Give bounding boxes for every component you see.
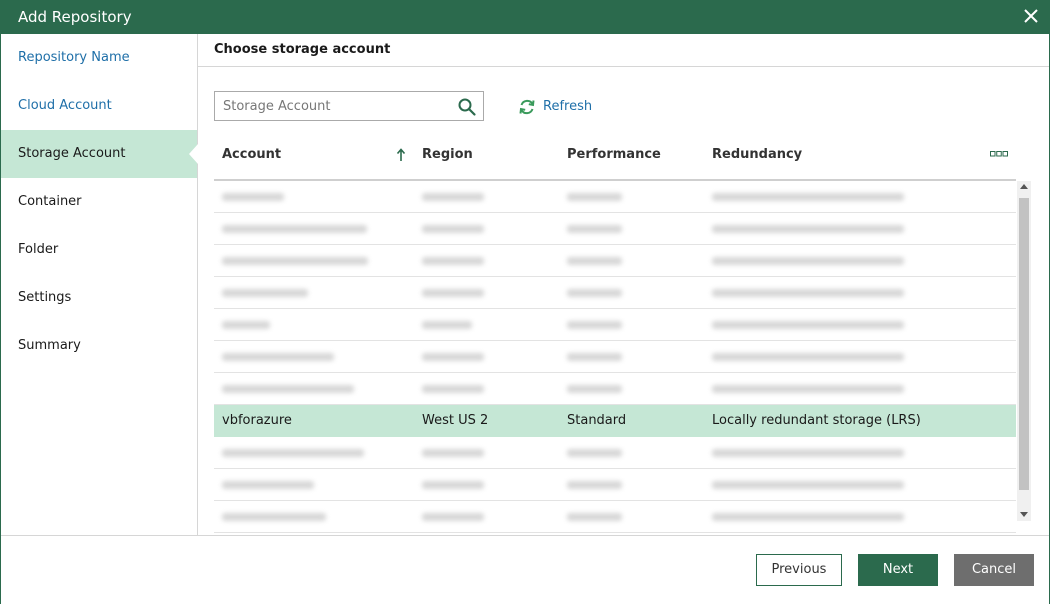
redacted-text <box>222 257 368 265</box>
redacted-text <box>567 257 622 265</box>
redacted-text <box>422 193 484 201</box>
redacted-text <box>567 481 622 489</box>
dialog-footer: Previous Next Cancel <box>1 535 1049 604</box>
redacted-text <box>712 353 904 361</box>
table-scrollbar[interactable] <box>1017 181 1031 521</box>
column-header-account[interactable]: Account <box>222 147 281 162</box>
redacted-text <box>422 353 484 361</box>
redacted-text <box>222 193 284 201</box>
column-header-performance[interactable]: Performance <box>567 147 661 162</box>
column-header-redundancy[interactable]: Redundancy <box>712 147 802 162</box>
redacted-text <box>222 481 314 489</box>
redacted-text <box>567 385 622 393</box>
cell-account: vbforazure <box>222 413 292 428</box>
search-box <box>214 91 484 121</box>
redacted-text <box>712 321 904 329</box>
cell-region: West US 2 <box>422 413 489 428</box>
redacted-text <box>567 193 622 201</box>
redacted-text <box>567 513 622 521</box>
redacted-text <box>422 289 484 297</box>
wizard-steps-sidebar: Repository Name Cloud Account Storage Ac… <box>1 34 198 535</box>
previous-button[interactable]: Previous <box>756 554 842 586</box>
scroll-up-icon[interactable] <box>1020 184 1028 189</box>
redacted-text <box>712 513 904 521</box>
redacted-text <box>567 449 622 457</box>
redacted-text <box>422 321 472 329</box>
cell-performance: Standard <box>567 413 627 428</box>
table-row[interactable] <box>214 341 1016 373</box>
redacted-text <box>422 481 484 489</box>
next-button[interactable]: Next <box>858 554 938 586</box>
cell-redundancy: Locally redundant storage (LRS) <box>712 413 921 428</box>
step-heading: Choose storage account <box>214 42 391 57</box>
table-row[interactable] <box>214 437 1016 469</box>
step-cloud-account[interactable]: Cloud Account <box>1 82 197 130</box>
step-summary: Summary <box>18 338 81 353</box>
redacted-text <box>422 257 484 265</box>
refresh-icon <box>519 99 535 115</box>
redacted-text <box>222 225 367 233</box>
redacted-text <box>567 289 622 297</box>
table-row-selected[interactable]: vbforazure West US 2 Standard Locally re… <box>214 405 1016 437</box>
table-row[interactable] <box>214 245 1016 277</box>
step-container: Container <box>18 194 82 209</box>
redacted-text <box>567 353 622 361</box>
cancel-button[interactable]: Cancel <box>954 554 1034 586</box>
redacted-text <box>567 321 622 329</box>
column-header-region[interactable]: Region <box>422 147 473 162</box>
redacted-text <box>712 449 904 457</box>
close-icon[interactable] <box>1021 6 1041 26</box>
table-row[interactable] <box>214 309 1016 341</box>
step-storage-account[interactable]: Storage Account <box>1 130 198 178</box>
redacted-text <box>712 193 904 201</box>
storage-accounts-table: vbforazure West US 2 Standard Locally re… <box>214 181 1016 533</box>
dialog-title: Add Repository <box>18 8 132 26</box>
add-repository-dialog: Add Repository Repository Name Cloud Acc… <box>0 0 1050 604</box>
redacted-text <box>222 513 326 521</box>
step-folder: Folder <box>18 242 59 257</box>
table-row[interactable] <box>214 181 1016 213</box>
search-icon[interactable] <box>457 97 477 117</box>
search-input[interactable] <box>215 92 459 120</box>
redacted-text <box>422 513 484 521</box>
redacted-text <box>567 225 622 233</box>
table-row[interactable] <box>214 277 1016 309</box>
redacted-text <box>422 449 484 457</box>
table-header: Account Region Performance Redundancy <box>214 134 1016 181</box>
refresh-label: Refresh <box>543 99 593 114</box>
redacted-text <box>422 385 484 393</box>
table-row[interactable] <box>214 501 1016 533</box>
title-bar: Add Repository <box>1 1 1049 34</box>
redacted-text <box>712 481 904 489</box>
redacted-text <box>222 321 270 329</box>
redacted-text <box>222 449 364 457</box>
table-row[interactable] <box>214 213 1016 245</box>
redacted-text <box>422 225 484 233</box>
redacted-text <box>222 353 334 361</box>
step-settings: Settings <box>18 290 72 305</box>
sort-ascending-icon <box>396 148 406 161</box>
step-repository-name[interactable]: Repository Name <box>1 34 197 82</box>
step-header: Choose storage account <box>198 34 1049 67</box>
column-chooser-icon[interactable] <box>990 150 1008 158</box>
table-row[interactable] <box>214 469 1016 501</box>
redacted-text <box>712 385 904 393</box>
redacted-text <box>712 289 904 297</box>
table-row[interactable] <box>214 373 1016 405</box>
scrollbar-thumb[interactable] <box>1019 198 1029 490</box>
redacted-text <box>712 225 904 233</box>
redacted-text <box>712 257 904 265</box>
scroll-down-icon[interactable] <box>1020 512 1028 517</box>
main-panel: Choose storage account Refresh Account <box>198 34 1049 535</box>
redacted-text <box>222 385 354 393</box>
redacted-text <box>222 289 308 297</box>
